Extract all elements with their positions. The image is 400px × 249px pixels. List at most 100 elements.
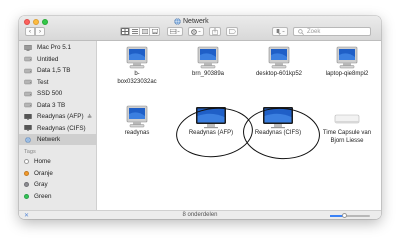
crt-monitor-icon xyxy=(126,105,148,128)
drive-icon xyxy=(24,56,32,62)
sidebar-item-ssd-500[interactable]: SSD 500 xyxy=(19,88,97,99)
display-icon xyxy=(24,113,32,120)
tag-label: Home xyxy=(34,158,51,165)
sidebar-tag-green[interactable]: Green xyxy=(19,191,97,202)
view-mode-segmented xyxy=(120,27,160,36)
tag-dot xyxy=(24,159,29,164)
action-button[interactable] xyxy=(188,27,204,36)
dropbox-button[interactable] xyxy=(272,27,288,36)
drive-icon xyxy=(24,79,32,85)
window-title-group: Netwerk xyxy=(174,17,209,26)
sidebar-item-mac-pro[interactable]: Mac Pro 5.1 xyxy=(19,42,97,53)
crt-monitor-icon xyxy=(126,46,148,69)
sidebar-item-label: Data 1,5 TB xyxy=(37,67,71,74)
icon-view-icon xyxy=(122,29,128,34)
crt-monitor-icon xyxy=(268,46,290,69)
grid-group-icon xyxy=(170,29,180,34)
tag-dot xyxy=(24,170,29,176)
zoom-button[interactable] xyxy=(42,19,48,25)
item-label: laptop-qie8mpi2 xyxy=(325,71,369,77)
sidebar-tag-oranje[interactable]: Oranje xyxy=(19,168,97,179)
gallery-view-button[interactable] xyxy=(150,27,160,36)
sidebar-item-data-1-5tb[interactable]: Data 1,5 TB xyxy=(19,65,97,76)
status-bar: ✕ 8 onderdelen xyxy=(19,210,381,219)
dropbox-icon xyxy=(276,28,285,34)
sidebar-tag-gray[interactable]: Gray xyxy=(19,179,97,190)
gear-icon xyxy=(191,28,201,35)
item-label: desktop-601kp52 xyxy=(255,71,303,77)
search-placeholder: Zoek xyxy=(307,28,321,35)
list-view-button[interactable] xyxy=(130,27,140,36)
column-view-button[interactable] xyxy=(140,27,150,36)
list-view-icon xyxy=(131,29,138,34)
sidebar-item-readynas-cifs[interactable]: Readynas (CIFS) xyxy=(19,123,97,134)
title-bar: Netwerk ‹ › Zoek xyxy=(19,16,381,41)
search-field[interactable]: Zoek xyxy=(293,27,371,36)
sidebar-item-label: Readynas (AFP) xyxy=(37,113,84,120)
file-grid: b- box0323032ac brn_90389a desktop-601kp… xyxy=(97,41,381,210)
network-item-brn[interactable]: brn_90389a xyxy=(178,46,238,79)
share-button[interactable] xyxy=(209,27,221,36)
back-chevron-icon: ‹ xyxy=(29,28,31,35)
icon-size-slider[interactable] xyxy=(330,213,370,218)
forward-button[interactable]: › xyxy=(35,27,45,36)
back-button[interactable]: ‹ xyxy=(25,27,35,36)
column-view-icon xyxy=(141,29,148,34)
computer-icon xyxy=(24,44,32,51)
item-label: Time Capsule van Bjorn Liesse xyxy=(322,130,372,144)
network-item-readynas[interactable]: readynas xyxy=(107,105,167,138)
drive-icon xyxy=(24,102,32,108)
tag-dot xyxy=(24,193,29,199)
search-icon xyxy=(298,28,304,35)
sidebar-item-label: Untitled xyxy=(37,55,59,63)
sidebar-item-label: Mac Pro 5.1 xyxy=(37,44,71,51)
sidebar-item-test[interactable]: Test xyxy=(19,77,97,88)
globe-icon xyxy=(174,18,181,25)
tag-label: Oranje xyxy=(34,169,53,177)
slider-knob[interactable] xyxy=(341,213,347,218)
sidebar-item-untitled[interactable]: Untitled xyxy=(19,54,97,65)
item-label: b- box0323032ac xyxy=(117,71,157,85)
network-item-time-capsule[interactable]: Time Capsule van Bjorn Liesse xyxy=(317,105,377,145)
tags-header: Tags xyxy=(24,149,36,155)
sidebar-item-data-3tb[interactable]: Data 3 TB xyxy=(19,100,97,111)
drive-icon xyxy=(24,91,32,96)
sidebar-item-readynas-afp[interactable]: Readynas (AFP) ≜ xyxy=(19,111,97,122)
tag-label: Green xyxy=(34,192,52,200)
sidebar-item-netwerk[interactable]: Netwerk xyxy=(19,134,97,145)
sidebar-tag-home[interactable]: Home xyxy=(19,156,97,167)
eject-icon[interactable]: ≜ xyxy=(87,114,92,121)
network-item-readynas-afp[interactable]: Readynas (AFP) xyxy=(181,105,241,138)
window-title: Netwerk xyxy=(183,18,209,25)
drive-icon xyxy=(24,68,32,73)
share-icon xyxy=(212,28,218,35)
tag-label: Gray xyxy=(34,181,48,188)
icon-view-button[interactable] xyxy=(120,27,130,36)
crt-monitor-icon xyxy=(336,46,358,69)
gallery-view-icon xyxy=(151,29,158,34)
finder-window: Netwerk ‹ › Zoek Mac Pro 5.1 Untitled Da… xyxy=(19,16,381,219)
network-item-b-box[interactable]: b- box0323032ac xyxy=(107,46,167,86)
network-item-desktop[interactable]: desktop-601kp52 xyxy=(249,46,309,79)
tag-button[interactable] xyxy=(226,27,238,36)
sidebar-item-label: Test xyxy=(37,78,49,86)
tag-icon xyxy=(228,29,236,34)
sidebar-item-label: Readynas (CIFS) xyxy=(37,124,86,132)
item-label: readynas xyxy=(124,130,150,136)
item-label: Readynas (AFP) xyxy=(188,130,234,136)
sidebar-item-label: Netwerk xyxy=(37,136,61,143)
time-capsule-icon xyxy=(334,114,360,124)
network-item-laptop[interactable]: laptop-qie8mpi2 xyxy=(317,46,377,79)
group-by-button[interactable] xyxy=(167,27,183,36)
globe-icon xyxy=(25,136,31,143)
sidebar-item-label: Data 3 TB xyxy=(37,101,66,109)
network-item-readynas-cifs[interactable]: Readynas (CIFS) xyxy=(248,105,308,138)
display-icon xyxy=(24,125,32,131)
crt-monitor-icon xyxy=(197,46,219,69)
sidebar-item-label: SSD 500 xyxy=(37,90,63,97)
minimize-button[interactable] xyxy=(33,19,39,25)
item-label: Readynas (CIFS) xyxy=(254,130,302,136)
flat-display-icon xyxy=(196,107,226,129)
close-button[interactable] xyxy=(24,19,30,25)
tag-dot xyxy=(24,182,29,187)
